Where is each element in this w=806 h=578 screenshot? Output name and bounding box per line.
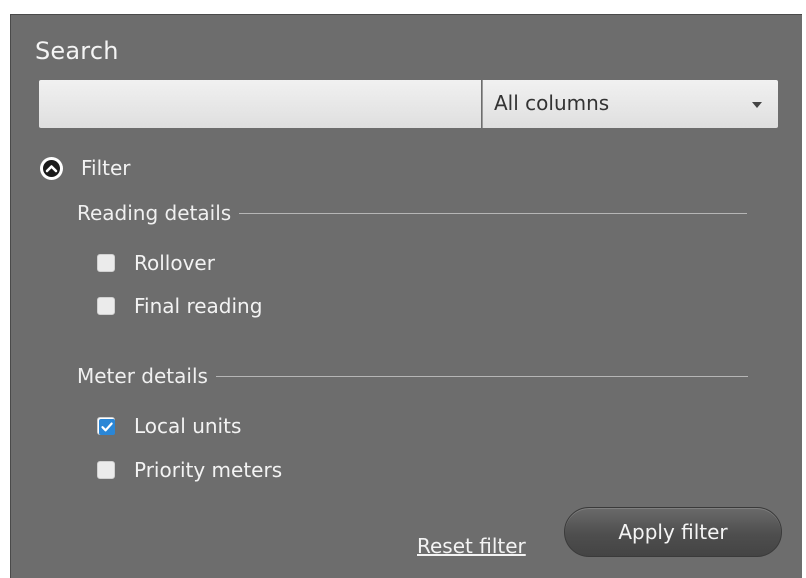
- option-rollover[interactable]: Rollover: [97, 251, 215, 275]
- priority-meters-checkbox[interactable]: [97, 461, 115, 479]
- option-label: Rollover: [134, 251, 215, 275]
- divider: [215, 375, 748, 377]
- column-select[interactable]: All columns: [482, 80, 778, 128]
- column-select-value: All columns: [494, 91, 610, 115]
- option-final-reading[interactable]: Final reading: [97, 294, 262, 318]
- apply-filter-button[interactable]: Apply filter: [564, 507, 782, 557]
- group-title-reading-details: Reading details: [77, 201, 232, 225]
- search-title: Search: [35, 37, 119, 65]
- rollover-checkbox[interactable]: [97, 254, 115, 272]
- chevron-up-circle-icon: [40, 156, 63, 180]
- option-priority-meters[interactable]: Priority meters: [97, 458, 282, 482]
- filter-toggle[interactable]: Filter: [39, 153, 131, 183]
- search-input[interactable]: [39, 80, 481, 128]
- option-label: Local units: [134, 414, 242, 438]
- final-reading-checkbox[interactable]: [97, 297, 115, 315]
- local-units-checkbox[interactable]: [97, 417, 115, 435]
- divider: [239, 212, 748, 214]
- group-title-meter-details: Meter details: [77, 364, 208, 388]
- chevron-down-icon: [752, 102, 762, 108]
- meter-details-group-header: Meter details: [77, 364, 748, 388]
- filter-toggle-label: Filter: [81, 156, 131, 180]
- search-filter-panel: Search All columns Filter Reading detail…: [10, 14, 802, 578]
- option-label: Final reading: [134, 294, 263, 318]
- reading-details-group-header: Reading details: [77, 201, 748, 225]
- reset-filter-link[interactable]: Reset filter: [417, 534, 526, 558]
- checkmark-icon: [99, 419, 115, 435]
- option-local-units[interactable]: Local units: [97, 414, 241, 438]
- option-label: Priority meters: [134, 458, 283, 482]
